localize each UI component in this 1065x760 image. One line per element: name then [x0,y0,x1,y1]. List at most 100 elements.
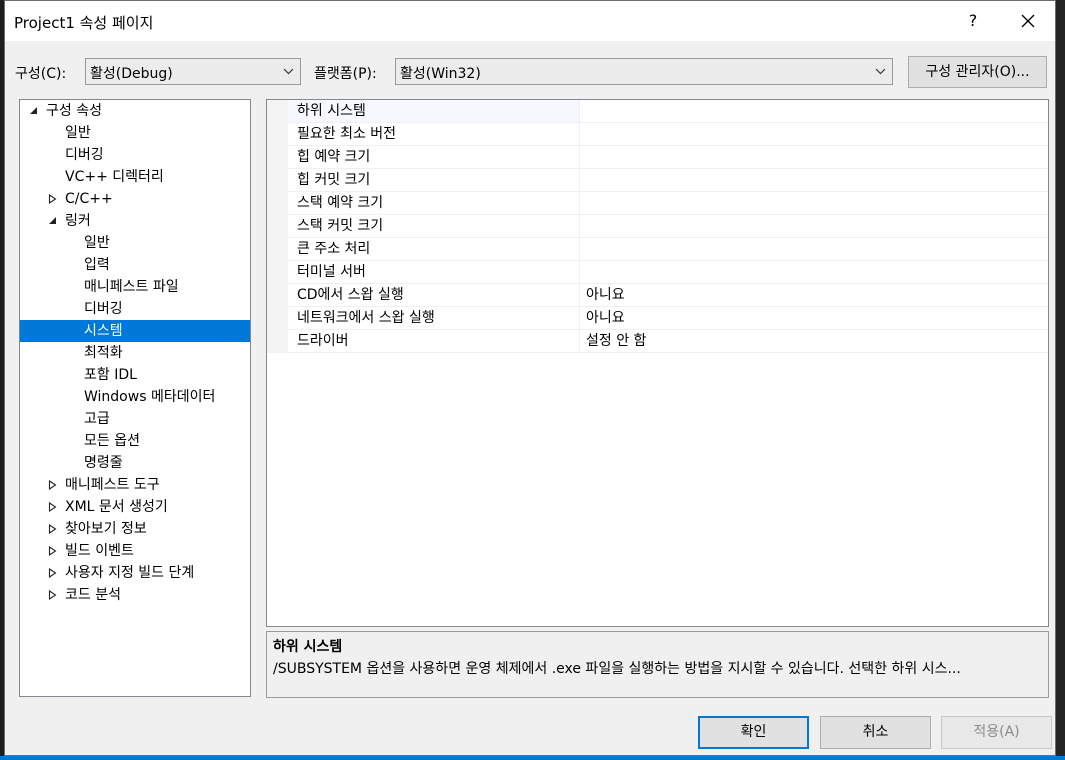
tree-item-label: 고급 [84,411,110,427]
expanded-arrow-icon[interactable] [29,100,41,122]
property-row[interactable]: 스택 커밋 크기 [288,215,1048,238]
property-pages-dialog: Project1 속성 페이지 ? 구성(C): 활성(Debug) 플랫폼(P… [4,0,1056,756]
collapsed-arrow-icon[interactable] [48,188,60,210]
tree-item[interactable]: 명령줄 [20,452,250,474]
collapsed-arrow-icon[interactable] [48,518,60,540]
apply-label: 적용(A) [973,724,1020,740]
property-row[interactable]: 네트워크에서 스왑 실행 아니요 [288,307,1048,330]
tree-item-label: 코드 분석 [65,587,121,603]
property-name: 큰 주소 처리 [288,238,580,260]
tree-item-label: 매니페스트 도구 [65,477,160,493]
description-title: 하위 시스템 [273,639,343,655]
platform-value: 활성(Win32) [400,66,481,82]
tree-item[interactable]: 매니페스트 도구 [20,474,250,496]
property-row[interactable]: 힙 예약 크기 [288,146,1048,169]
tree-item[interactable]: 링커 [20,210,250,232]
tree-item[interactable]: VC++ 디렉터리 [20,166,250,188]
cancel-button[interactable]: 취소 [820,716,931,749]
tree-item-label: XML 문서 생성기 [65,499,168,515]
property-grid-gutter [267,100,288,353]
window-title: Project1 속성 페이지 [14,14,154,32]
tree-item[interactable]: 디버깅 [20,144,250,166]
tree-item[interactable]: 코드 분석 [20,584,250,606]
tree-item[interactable]: 찾아보기 정보 [20,518,250,540]
background-status-strip [0,756,1065,760]
tree-item[interactable]: 디버깅 [20,298,250,320]
tree-item-label: 찾아보기 정보 [65,521,147,537]
tree-item-label: 최적화 [84,345,123,361]
collapsed-arrow-icon[interactable] [48,540,60,562]
tree-item-label: 일반 [84,235,110,251]
tree-item[interactable]: C/C++ [20,188,250,210]
collapsed-arrow-icon[interactable] [48,584,60,606]
collapsed-arrow-icon[interactable] [48,496,60,518]
property-value[interactable]: 아니요 [586,307,625,329]
tree-item[interactable]: 시스템 [20,320,250,342]
tree-item[interactable]: XML 문서 생성기 [20,496,250,518]
tree-item[interactable]: 일반 [20,232,250,254]
property-row[interactable]: 드라이버 설정 안 함 [288,330,1048,353]
tree-item[interactable]: 모든 옵션 [20,430,250,452]
title-bar: Project1 속성 페이지 ? [5,1,1055,41]
tree-item-label: 명령줄 [84,455,123,471]
property-tree[interactable]: 구성 속성 일반 디버깅 VC++ 디렉터리 C/C++ 링커 일반 입력 매니페스트 파일 디버… [19,99,251,697]
property-row[interactable]: 터미널 서버 [288,261,1048,284]
close-icon [1021,14,1035,28]
tree-item-label: 일반 [65,125,91,141]
configuration-label: 구성(C): [15,66,67,82]
help-icon: ? [968,11,978,30]
property-name: 힙 커밋 크기 [288,169,580,191]
collapsed-arrow-icon[interactable] [48,474,60,496]
property-row[interactable]: 힙 커밋 크기 [288,169,1048,192]
configuration-value: 활성(Debug) [90,66,173,82]
tree-item[interactable]: 입력 [20,254,250,276]
tree-item-label: 사용자 지정 빌드 단계 [65,565,195,581]
property-row[interactable]: 큰 주소 처리 [288,238,1048,261]
property-name: 터미널 서버 [288,261,580,283]
tree-item-label: C/C++ [65,191,113,207]
tree-item-label: 빌드 이벤트 [65,543,134,559]
tree-item[interactable]: 포함 IDL [20,364,250,386]
tree-item-label: 입력 [84,257,110,273]
background-edge-right [1056,0,1065,760]
property-value[interactable]: 설정 안 함 [586,330,646,352]
property-row[interactable]: CD에서 스왑 실행 아니요 [288,284,1048,307]
ok-button[interactable]: 확인 [698,716,809,749]
tree-item-label: 링커 [65,213,91,229]
configuration-dropdown[interactable]: 활성(Debug) [85,58,301,85]
tree-item[interactable]: 매니페스트 파일 [20,276,250,298]
expanded-arrow-icon[interactable] [48,210,60,232]
tree-item[interactable]: 사용자 지정 빌드 단계 [20,562,250,584]
property-name: 스택 커밋 크기 [288,215,580,237]
ok-label: 확인 [740,724,767,740]
tree-item-label: 디버깅 [65,147,104,163]
help-button[interactable]: ? [950,7,996,35]
configuration-manager-label: 구성 관리자(O)... [925,64,1030,80]
property-name: 힙 예약 크기 [288,146,580,168]
tree-item[interactable]: 구성 속성 [20,100,250,122]
tree-item[interactable]: 최적화 [20,342,250,364]
tree-item[interactable]: 일반 [20,122,250,144]
property-row[interactable]: 하위 시스템 [288,100,1048,123]
collapsed-arrow-icon[interactable] [48,562,60,584]
tree-item-label: Windows 메타데이터 [84,389,216,405]
tree-item-label: 디버깅 [84,301,123,317]
property-name: 스택 예약 크기 [288,192,580,214]
property-name: CD에서 스왑 실행 [288,284,580,306]
tree-item[interactable]: Windows 메타데이터 [20,386,250,408]
platform-dropdown[interactable]: 활성(Win32) [395,58,893,85]
chevron-down-icon [875,68,886,75]
tree-item[interactable]: 고급 [20,408,250,430]
configuration-manager-button[interactable]: 구성 관리자(O)... [908,56,1047,88]
apply-button[interactable]: 적용(A) [941,716,1052,749]
property-row[interactable]: 스택 예약 크기 [288,192,1048,215]
description-panel: 하위 시스템 /SUBSYSTEM 옵션을 사용하면 운영 체제에서 .exe … [266,631,1049,698]
close-button[interactable] [1005,5,1051,37]
property-name: 하위 시스템 [288,100,580,122]
property-value[interactable]: 아니요 [586,284,625,306]
property-grid[interactable]: 하위 시스템 필요한 최소 버전 힙 예약 크기 힙 커밋 크기 스택 예약 크기 스택 … [266,99,1049,627]
tree-item[interactable]: 빌드 이벤트 [20,540,250,562]
property-name: 필요한 최소 버전 [288,123,580,145]
tree-item-label: 매니페스트 파일 [84,279,179,295]
property-row[interactable]: 필요한 최소 버전 [288,123,1048,146]
